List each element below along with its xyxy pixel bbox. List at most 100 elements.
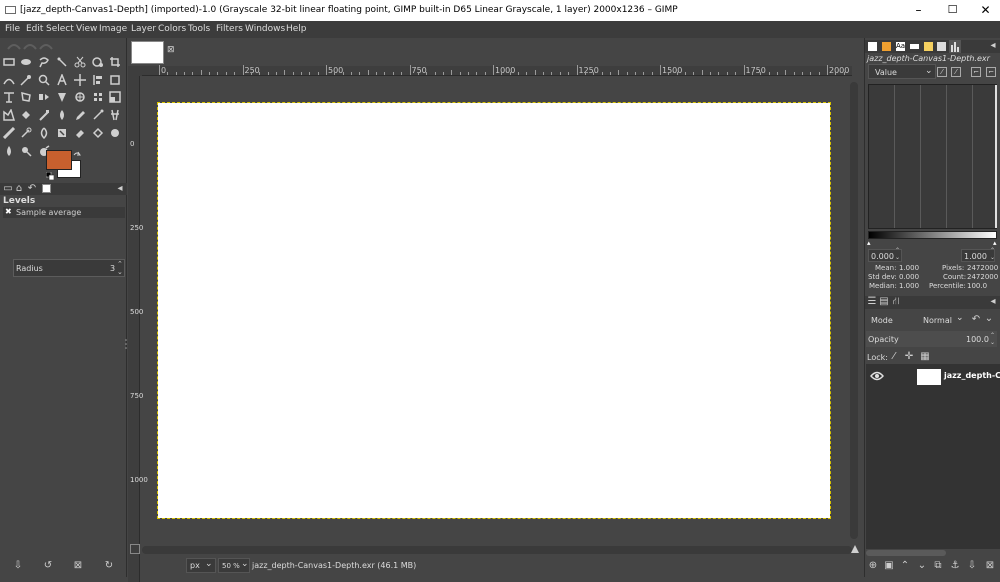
- layers-scrollbar[interactable]: [866, 550, 946, 556]
- handle-transform-icon[interactable]: [91, 91, 105, 105]
- brushes-tab-icon[interactable]: [868, 42, 877, 51]
- document-history-tab-icon[interactable]: [910, 44, 919, 49]
- images-tab-icon[interactable]: [42, 184, 51, 193]
- radius-stepper-icon[interactable]: ⌃ ⌄: [117, 260, 123, 276]
- images-tab-icon[interactable]: [937, 42, 946, 51]
- menu-image[interactable]: Image: [99, 24, 127, 34]
- cage-transform-icon[interactable]: [19, 91, 33, 105]
- foreground-color-swatch[interactable]: [46, 150, 72, 170]
- align-icon[interactable]: [91, 74, 105, 88]
- lock-pixels-icon[interactable]: ⁄: [889, 351, 899, 362]
- sample-average-toggle[interactable]: ✖ Sample average: [3, 207, 125, 218]
- pencil-icon[interactable]: [73, 109, 87, 123]
- range-high-marker[interactable]: ▴: [993, 239, 997, 247]
- channel-log-icon[interactable]: ⁄: [951, 67, 961, 77]
- swap-colors-icon[interactable]: [73, 151, 81, 159]
- radius-field[interactable]: Radius 3 ⌃ ⌄: [13, 259, 125, 277]
- save-tool-preset-icon[interactable]: ⇩: [12, 560, 24, 571]
- vertical-scrollbar[interactable]: [850, 82, 858, 539]
- ruler-corner[interactable]: [128, 66, 142, 76]
- configure-tab-icon[interactable]: ◂: [987, 296, 999, 307]
- zoom-selector[interactable]: 50 % ⌄: [218, 558, 250, 573]
- menu-windows[interactable]: Windows: [245, 24, 285, 34]
- perspective-icon[interactable]: [55, 91, 69, 105]
- configure-tab-icon[interactable]: ◂: [987, 40, 999, 51]
- flip-icon[interactable]: [37, 91, 51, 105]
- image-canvas[interactable]: [157, 102, 831, 519]
- raise-layer-icon[interactable]: ⌃: [899, 560, 911, 571]
- opacity-field[interactable]: Opacity 100.0 ⌃ ⌄: [866, 331, 997, 347]
- color-picker-icon[interactable]: [19, 74, 33, 88]
- quick-mask-icon[interactable]: [130, 544, 140, 554]
- text-icon[interactable]: [108, 109, 122, 123]
- eye-icon[interactable]: [870, 370, 884, 382]
- toolbox-grip[interactable]: [4, 40, 122, 50]
- dock-splitter[interactable]: [921, 292, 939, 299]
- fonts-tab-icon[interactable]: Aa: [896, 42, 905, 51]
- move-icon[interactable]: [73, 74, 87, 88]
- scale-icon[interactable]: [108, 91, 122, 105]
- layer-name[interactable]: jazz_depth-C: [944, 371, 1000, 380]
- minimize-button[interactable]: –: [902, 0, 935, 21]
- horizontal-scrollbar[interactable]: [142, 546, 852, 554]
- free-select-icon[interactable]: [37, 56, 51, 70]
- close-icon[interactable]: ✖: [5, 207, 12, 216]
- vertical-ruler[interactable]: 0 250 500 750 1000: [128, 76, 148, 582]
- warp-transform-icon[interactable]: [2, 91, 16, 105]
- bucket-fill-icon[interactable]: [19, 109, 33, 123]
- undo-history-tab-icon[interactable]: ↶: [27, 183, 37, 194]
- menu-colors[interactable]: Colors: [158, 24, 186, 34]
- lock-position-icon[interactable]: ✛: [904, 351, 914, 362]
- device-status-tab-icon[interactable]: ⌂: [14, 183, 24, 194]
- restore-tool-preset-icon[interactable]: ↺: [42, 560, 54, 571]
- ellipse-select-icon[interactable]: [19, 56, 33, 70]
- menu-select[interactable]: Select: [46, 24, 74, 34]
- menu-help[interactable]: Help: [286, 24, 307, 34]
- paths-tab-icon[interactable]: ⛙: [891, 296, 901, 309]
- lower-layer-icon[interactable]: ⌄: [916, 560, 928, 571]
- reset-tool-options-icon[interactable]: ↻: [103, 560, 115, 571]
- range-high-stepper-icon[interactable]: ⌃ ⌄: [990, 247, 995, 261]
- menu-tools[interactable]: Tools: [188, 24, 210, 34]
- histogram-linear-icon[interactable]: ⌐: [971, 67, 981, 77]
- fuzzy-select-icon[interactable]: [55, 56, 69, 70]
- merge-down-icon[interactable]: ⇩: [966, 560, 978, 571]
- menu-filters[interactable]: Filters: [216, 24, 243, 34]
- channels-tab-icon[interactable]: ▤: [879, 296, 889, 307]
- delete-tool-preset-icon[interactable]: ⊠: [72, 560, 84, 571]
- channel-linear-icon[interactable]: ⁄: [937, 67, 947, 77]
- default-colors-icon[interactable]: [45, 171, 55, 181]
- eraser-icon[interactable]: [73, 127, 87, 141]
- unified-transform-icon[interactable]: [108, 74, 122, 88]
- dock-splitter[interactable]: [125, 338, 127, 350]
- foreground-select-icon[interactable]: [91, 56, 105, 70]
- ink-icon[interactable]: [55, 109, 69, 123]
- crop-icon[interactable]: [108, 56, 122, 70]
- layer-row[interactable]: jazz_depth-C: [866, 365, 1000, 387]
- gegl-icon[interactable]: [19, 145, 33, 159]
- configure-tab-icon[interactable]: ◂: [115, 183, 125, 194]
- mode-selector[interactable]: Normal ⌄: [920, 312, 968, 327]
- histogram-tab-icon[interactable]: [949, 40, 961, 53]
- lock-alpha-icon[interactable]: ▦: [920, 351, 930, 362]
- gradient-icon[interactable]: [2, 108, 16, 123]
- palettes-tab-icon[interactable]: [924, 42, 933, 51]
- patterns-tab-icon[interactable]: [882, 42, 891, 51]
- unit-selector[interactable]: px ⌄: [186, 558, 216, 573]
- smudge-icon[interactable]: [37, 127, 51, 141]
- histogram-log-icon[interactable]: ⌐: [986, 67, 996, 77]
- duplicate-layer-icon[interactable]: ⧉: [932, 560, 944, 571]
- mypaint-brush-icon[interactable]: [91, 127, 105, 141]
- measure-icon[interactable]: [55, 72, 69, 88]
- delete-layer-icon[interactable]: ⊠: [984, 560, 996, 571]
- image-tab-thumbnail[interactable]: [131, 41, 164, 64]
- menu-file[interactable]: File: [5, 24, 20, 34]
- new-layer-icon[interactable]: ⊕: [867, 560, 879, 571]
- scissors-select-icon[interactable]: [73, 56, 87, 70]
- range-low-stepper-icon[interactable]: ⌃ ⌄: [895, 247, 900, 261]
- 3d-transform-icon[interactable]: [73, 91, 87, 105]
- menu-view[interactable]: View: [76, 24, 97, 34]
- composite-mode-icon[interactable]: ↶: [971, 314, 981, 325]
- menu-layer[interactable]: Layer: [131, 24, 156, 34]
- new-layer-group-icon[interactable]: ▣: [883, 560, 895, 571]
